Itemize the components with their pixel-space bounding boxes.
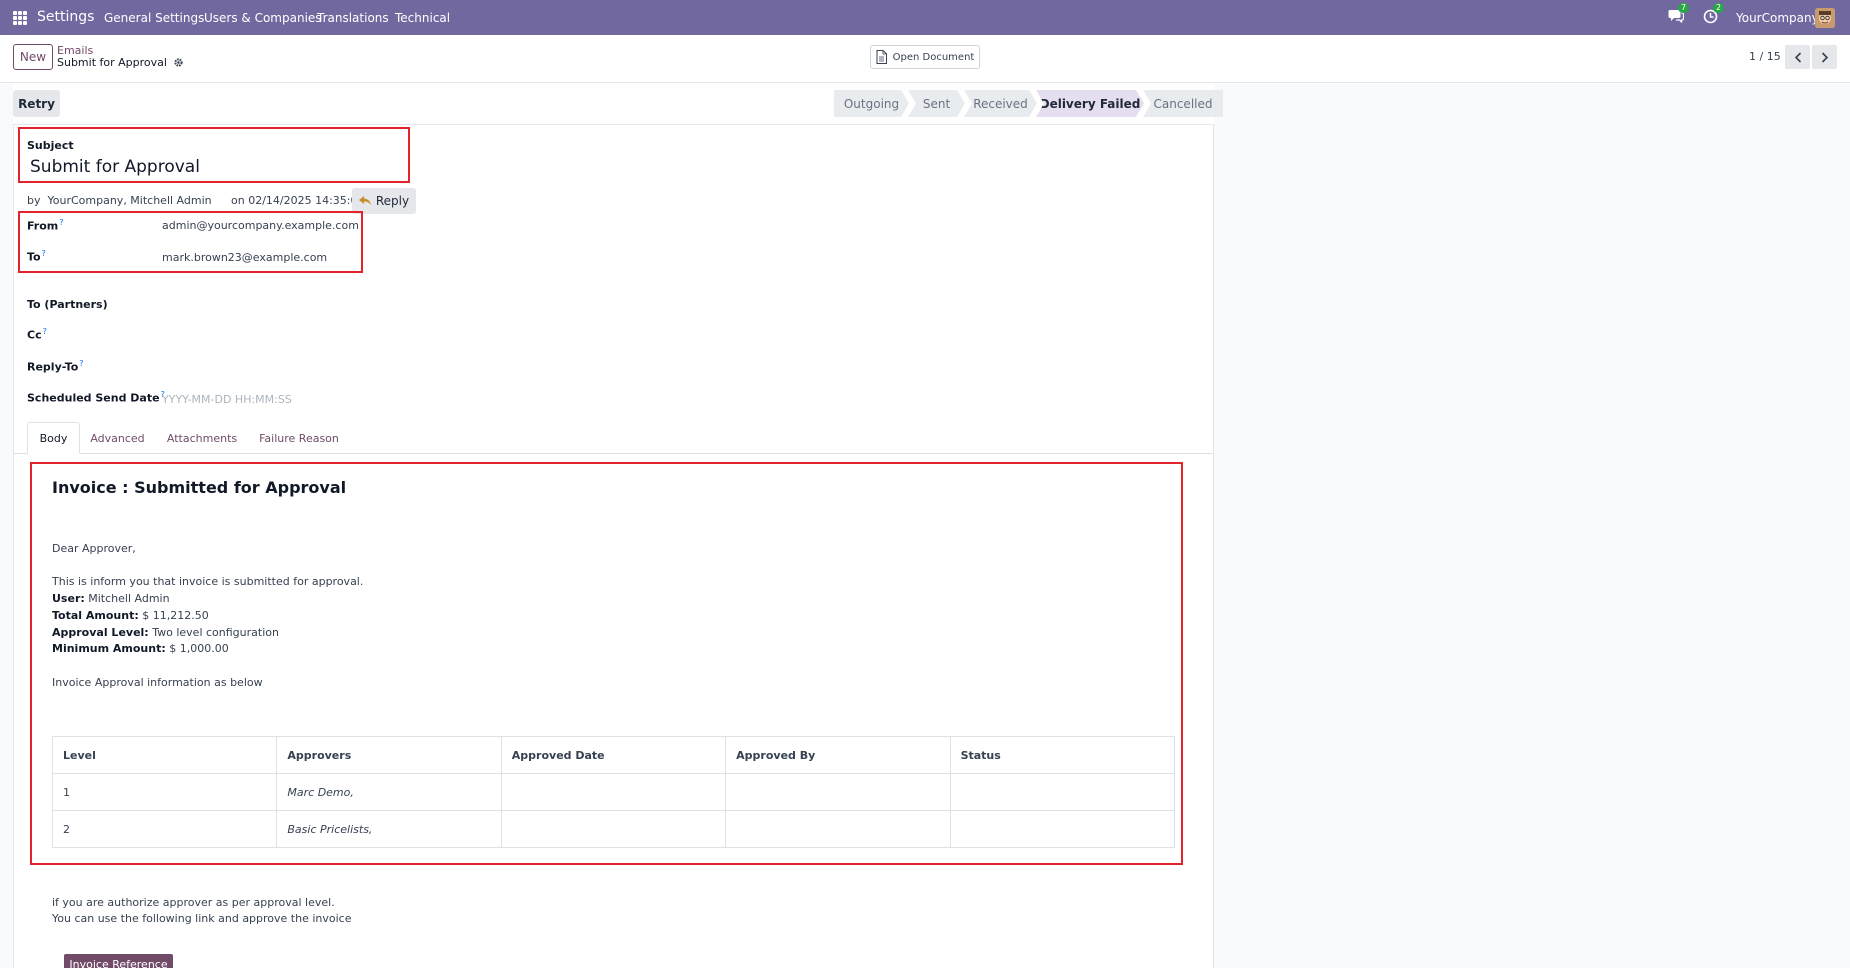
cell-level: 1 (51, 773, 278, 811)
from-field[interactable]: admin@yourcompany.example.com (162, 219, 359, 232)
company-switcher[interactable]: YourCompany (1736, 0, 1819, 35)
form-background-left (0, 83, 13, 968)
form-background (1214, 83, 1850, 968)
stage-received[interactable]: Received (964, 90, 1037, 117)
body-approval-level: Approval Level: Two level configuration (52, 626, 279, 639)
cell-status (949, 773, 1176, 811)
cell-approvers: Basic Pricelists, (276, 810, 502, 848)
message-date: on 02/14/2025 14:35:04 (231, 194, 365, 207)
activities-button[interactable]: 2 (1703, 0, 1725, 35)
app-name[interactable]: Settings (37, 9, 94, 25)
avatar (1815, 7, 1835, 28)
invoice-reference-button[interactable]: Invoice Reference (64, 954, 173, 968)
body-footer-line-1: if you are authorize approver as per app… (52, 896, 335, 909)
tab-failure-reason[interactable]: Failure Reason (254, 422, 344, 454)
gear-icon[interactable] (173, 57, 184, 68)
stage-delivery-failed[interactable]: Delivery Failed (1036, 90, 1144, 117)
author-line: by YourCompany, Mitchell Admin (27, 194, 212, 207)
col-status: Status (949, 736, 1176, 774)
stage-outgoing[interactable]: Outgoing (834, 90, 909, 117)
reply-to-help-icon[interactable]: ? (79, 359, 83, 368)
reply-to-label: Reply-To? (27, 359, 84, 374)
cell-approved-date (500, 773, 727, 811)
open-document-label: Open Document (892, 51, 975, 63)
col-approved-by: Approved By (725, 736, 951, 774)
status-bar: Outgoing Sent Received Delivery Failed C… (835, 90, 1223, 117)
new-button[interactable]: New (13, 44, 53, 70)
chevron-left-icon (1794, 51, 1801, 63)
by-prefix: by (27, 194, 41, 207)
breadcrumb: Submit for Approval (57, 56, 184, 69)
menu-technical[interactable]: Technical (395, 11, 450, 25)
messages-badge: 7 (1678, 3, 1690, 13)
cell-approved-by (725, 810, 951, 848)
pager-next-button[interactable] (1812, 45, 1837, 69)
body-user: User: Mitchell Admin (52, 592, 170, 605)
menu-users-companies[interactable]: Users & Companies (204, 11, 322, 25)
body-greeting: Dear Approver, (52, 542, 136, 555)
scheduled-date-input[interactable]: YYYY-MM-DD HH:MM:SS (162, 393, 292, 406)
pager-value[interactable]: 1 / 15 (1749, 50, 1781, 63)
table-header-row: Level Approvers Approved Date Approved B… (51, 736, 1176, 774)
chevron-right-icon (1821, 51, 1828, 63)
user-menu[interactable] (1815, 0, 1835, 35)
cell-approved-by (725, 773, 951, 811)
top-navbar: Settings General Settings Users & Compan… (0, 0, 1850, 35)
open-document-button[interactable]: Open Document (870, 45, 980, 69)
cell-status (949, 810, 1176, 848)
to-label: To? (27, 249, 46, 264)
author-name[interactable]: YourCompany, Mitchell Admin (48, 194, 212, 207)
pager-previous-button[interactable] (1785, 45, 1810, 69)
breadcrumb-current: Submit for Approval (57, 56, 167, 69)
cell-approved-date (500, 810, 727, 848)
menu-translations[interactable]: Translations (317, 11, 389, 25)
body-footer-line-2: You can use the following link and appro… (52, 912, 352, 925)
approval-table: Level Approvers Approved Date Approved B… (51, 736, 1176, 848)
subject-field[interactable]: Submit for Approval (30, 157, 200, 177)
body-total-amount: Total Amount: $ 11,212.50 (52, 609, 209, 622)
tab-attachments[interactable]: Attachments (162, 422, 242, 454)
cell-level: 2 (51, 810, 278, 848)
to-partners-label: To (Partners) (27, 298, 108, 311)
document-icon (876, 50, 887, 64)
table-row: 1 Marc Demo, (51, 773, 1176, 811)
cc-help-icon[interactable]: ? (43, 327, 47, 336)
to-help-icon[interactable]: ? (42, 249, 46, 258)
subject-label: Subject (27, 139, 74, 152)
tab-advanced[interactable]: Advanced (85, 422, 150, 454)
cell-approvers: Marc Demo, (276, 773, 502, 811)
messages-button[interactable]: 7 (1668, 0, 1690, 35)
app-grid-icon[interactable] (13, 11, 27, 25)
col-approved-date: Approved Date (500, 736, 727, 774)
to-field[interactable]: mark.brown23@example.com (162, 251, 327, 264)
reply-label: Reply (375, 194, 410, 208)
body-heading: Invoice : Submitted for Approval (52, 478, 347, 497)
body-minimum-amount: Minimum Amount: $ 1,000.00 (52, 642, 229, 655)
menu-general-settings[interactable]: General Settings (104, 11, 204, 25)
reply-icon (358, 196, 371, 205)
table-row: 2 Basic Pricelists, (51, 810, 1176, 848)
tab-body[interactable]: Body (27, 422, 80, 454)
stage-sent[interactable]: Sent (908, 90, 965, 117)
col-approvers: Approvers (276, 736, 502, 774)
scheduled-date-label: Scheduled Send Date? (27, 390, 165, 405)
cc-label: Cc? (27, 327, 47, 342)
stage-cancelled[interactable]: Cancelled (1143, 90, 1223, 117)
activities-badge: 2 (1713, 2, 1725, 13)
body-intro: This is inform you that invoice is submi… (52, 575, 364, 588)
from-help-icon[interactable]: ? (59, 218, 63, 227)
body-info-line: Invoice Approval information as below (52, 676, 263, 689)
retry-button[interactable]: Retry (13, 90, 60, 117)
col-level: Level (51, 736, 278, 774)
from-label: From? (27, 218, 64, 233)
